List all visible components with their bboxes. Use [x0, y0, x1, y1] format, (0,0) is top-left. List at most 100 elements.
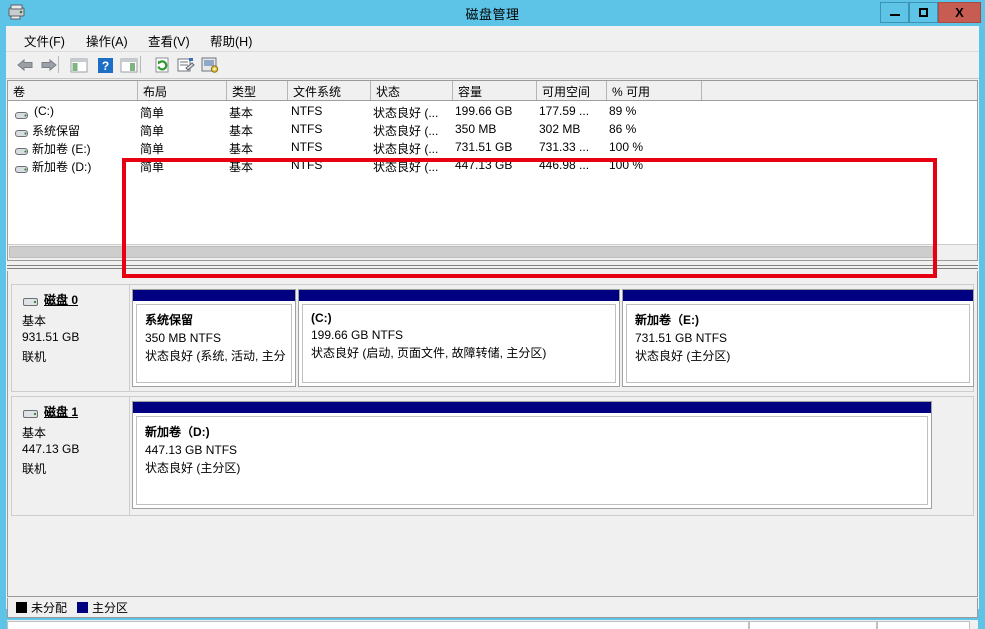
- partition-status: 状态良好 (系统, 活动, 主分: [145, 349, 286, 363]
- cell-free-space: 177.59 ...: [539, 104, 590, 118]
- toolbar-separator-1: [58, 56, 59, 73]
- disk-0-type: 基本: [22, 314, 47, 328]
- refresh-icon: [155, 57, 168, 73]
- back-icon: [17, 58, 33, 72]
- disk-1-name: 磁盘 1: [44, 405, 79, 419]
- cell-status: 状态良好 (...: [373, 124, 439, 138]
- menu-help[interactable]: 帮助(H): [206, 30, 256, 51]
- partition-size-fs: 447.13 GB NTFS: [145, 443, 238, 457]
- window-controls: X: [880, 2, 981, 24]
- menu-file[interactable]: 文件(F): [20, 30, 69, 51]
- volume-icon: [15, 125, 29, 137]
- column-header-free-space[interactable]: 可用空间: [537, 81, 607, 100]
- partition-color-bar: [133, 402, 931, 413]
- partition-details: 系统保留 350 MB NTFS 状态良好 (系统, 活动, 主分: [136, 304, 292, 383]
- partition-status: 状态良好 (启动, 页面文件, 故障转储, 主分区): [311, 346, 547, 360]
- cell-type: 基本: [229, 160, 254, 174]
- volume-list-hscrollbar[interactable]: [8, 244, 977, 260]
- cell-capacity: 199.66 GB: [455, 104, 513, 118]
- cell-layout: 简单: [140, 106, 165, 120]
- cell-volume: (C:): [34, 104, 54, 118]
- refresh-button[interactable]: [151, 55, 173, 75]
- rescan-disks-button[interactable]: [199, 55, 221, 75]
- column-header-capacity[interactable]: 容量: [453, 81, 537, 100]
- column-header-percent-free[interactable]: % 可用: [607, 81, 702, 100]
- partition-details: 新加卷（D:) 447.13 GB NTFS 状态良好 (主分区): [136, 416, 928, 505]
- client-area: 文件(F) 操作(A) 查看(V) 帮助(H) ? 卷 布局 类型 文件系统 状…: [6, 26, 979, 629]
- pane-right-icon: [120, 58, 138, 72]
- cell-layout: 简单: [140, 160, 165, 174]
- svg-text:?: ?: [101, 59, 108, 73]
- disk-row-1[interactable]: 磁盘 1 基本 447.13 GB 联机 新加卷（D:) 447.13 GB N…: [11, 396, 974, 516]
- partition-system-reserved[interactable]: 系统保留 350 MB NTFS 状态良好 (系统, 活动, 主分: [132, 289, 296, 387]
- disk-0-partitions: 系统保留 350 MB NTFS 状态良好 (系统, 活动, 主分 (C:) 1…: [130, 285, 975, 391]
- properties-button[interactable]: [175, 55, 197, 75]
- table-row[interactable]: (C:) 简单 基本 NTFS 状态良好 (... 199.66 GB 177.…: [8, 103, 977, 120]
- volume-icon: [15, 161, 29, 173]
- partition-d-drive[interactable]: 新加卷（D:) 447.13 GB NTFS 状态良好 (主分区): [132, 401, 932, 509]
- menu-action[interactable]: 操作(A): [82, 30, 132, 51]
- pane-splitter[interactable]: [7, 263, 978, 271]
- cell-capacity: 350 MB: [455, 122, 497, 136]
- unallocated-swatch: [16, 602, 27, 613]
- cell-filesystem: NTFS: [291, 158, 323, 172]
- column-header-type[interactable]: 类型: [227, 81, 288, 100]
- column-header-status[interactable]: 状态: [371, 81, 453, 100]
- status-bar: [7, 620, 978, 629]
- legend-item-unallocated: 未分配: [16, 599, 67, 616]
- partition-c-drive[interactable]: (C:) 199.66 GB NTFS 状态良好 (启动, 页面文件, 故障转储…: [298, 289, 620, 387]
- table-row[interactable]: 新加卷 (E:) 简单 基本 NTFS 状态良好 (... 731.51 GB …: [8, 139, 977, 156]
- menu-bar: 文件(F) 操作(A) 查看(V) 帮助(H): [6, 26, 979, 52]
- partition-e-drive[interactable]: 新加卷（E:) 731.51 GB NTFS 状态良好 (主分区): [622, 289, 974, 387]
- column-header-layout[interactable]: 布局: [138, 81, 227, 100]
- column-header-filesystem[interactable]: 文件系统: [288, 81, 371, 100]
- volume-list-pane[interactable]: 卷 布局 类型 文件系统 状态 容量 可用空间 % 可用 (C:) 简单 基本 …: [7, 80, 978, 261]
- pane-left-icon: [70, 58, 88, 72]
- cell-capacity: 447.13 GB: [455, 158, 513, 172]
- partition-color-bar: [299, 290, 619, 301]
- disk-1-type: 基本: [22, 426, 47, 440]
- menu-view[interactable]: 查看(V): [144, 30, 194, 51]
- cell-layout: 简单: [140, 142, 165, 156]
- show-tree-button[interactable]: [68, 55, 90, 75]
- disk-1-info: 磁盘 1 基本 447.13 GB 联机: [12, 397, 130, 515]
- legend-item-primary-partition: 主分区: [77, 599, 128, 616]
- disk-0-status: 联机: [22, 350, 47, 364]
- partition-title: 新加卷（D:): [145, 425, 210, 439]
- help-button[interactable]: ?: [94, 55, 116, 75]
- disk-management-window: 磁盘管理 X 文件(F) 操作(A) 查看(V) 帮助(H) ? 卷 布局 类型…: [0, 0, 985, 629]
- volume-icon: [15, 143, 29, 155]
- cell-volume: 新加卷 (D:): [32, 160, 92, 174]
- disk-row-0[interactable]: 磁盘 0 基本 931.51 GB 联机 系统保留 350 MB NTFS 状态…: [11, 284, 974, 392]
- partition-size-fs: 350 MB NTFS: [145, 331, 222, 345]
- partition-color-bar: [133, 290, 295, 301]
- table-row[interactable]: 系统保留 简单 基本 NTFS 状态良好 (... 350 MB 302 MB …: [8, 121, 977, 138]
- column-header-volume[interactable]: 卷: [8, 81, 138, 100]
- minimize-button[interactable]: [880, 2, 909, 23]
- legend-label-unallocated: 未分配: [31, 601, 68, 615]
- status-pane-2: [749, 621, 877, 629]
- disk-1-capacity: 447.13 GB: [22, 442, 80, 456]
- close-button[interactable]: X: [938, 2, 981, 23]
- partition-title: 系统保留: [145, 313, 194, 327]
- forward-button[interactable]: [38, 55, 60, 75]
- rescan-icon: [201, 57, 219, 73]
- cell-filesystem: NTFS: [291, 104, 323, 118]
- toolbar-separator-2: [140, 56, 141, 73]
- cell-free-space: 302 MB: [539, 122, 581, 136]
- table-row[interactable]: 新加卷 (D:) 简单 基本 NTFS 状态良好 (... 447.13 GB …: [8, 157, 977, 174]
- cell-volume: 新加卷 (E:): [32, 142, 91, 156]
- maximize-button[interactable]: [909, 2, 938, 23]
- graphical-view-pane[interactable]: 磁盘 0 基本 931.51 GB 联机 系统保留 350 MB NTFS 状态…: [7, 271, 978, 597]
- legend: 未分配 主分区: [7, 598, 978, 618]
- disk-0-capacity: 931.51 GB: [22, 330, 80, 344]
- properties-icon: [177, 58, 195, 72]
- disk-icon: [23, 294, 39, 306]
- hide-pane-button[interactable]: [118, 55, 140, 75]
- back-button[interactable]: [14, 55, 36, 75]
- disk-icon: [23, 406, 39, 418]
- cell-layout: 简单: [140, 124, 165, 138]
- title-bar: 磁盘管理 X: [0, 0, 985, 26]
- hscrollbar-thumb[interactable]: [9, 246, 933, 258]
- primary-partition-swatch: [77, 602, 89, 613]
